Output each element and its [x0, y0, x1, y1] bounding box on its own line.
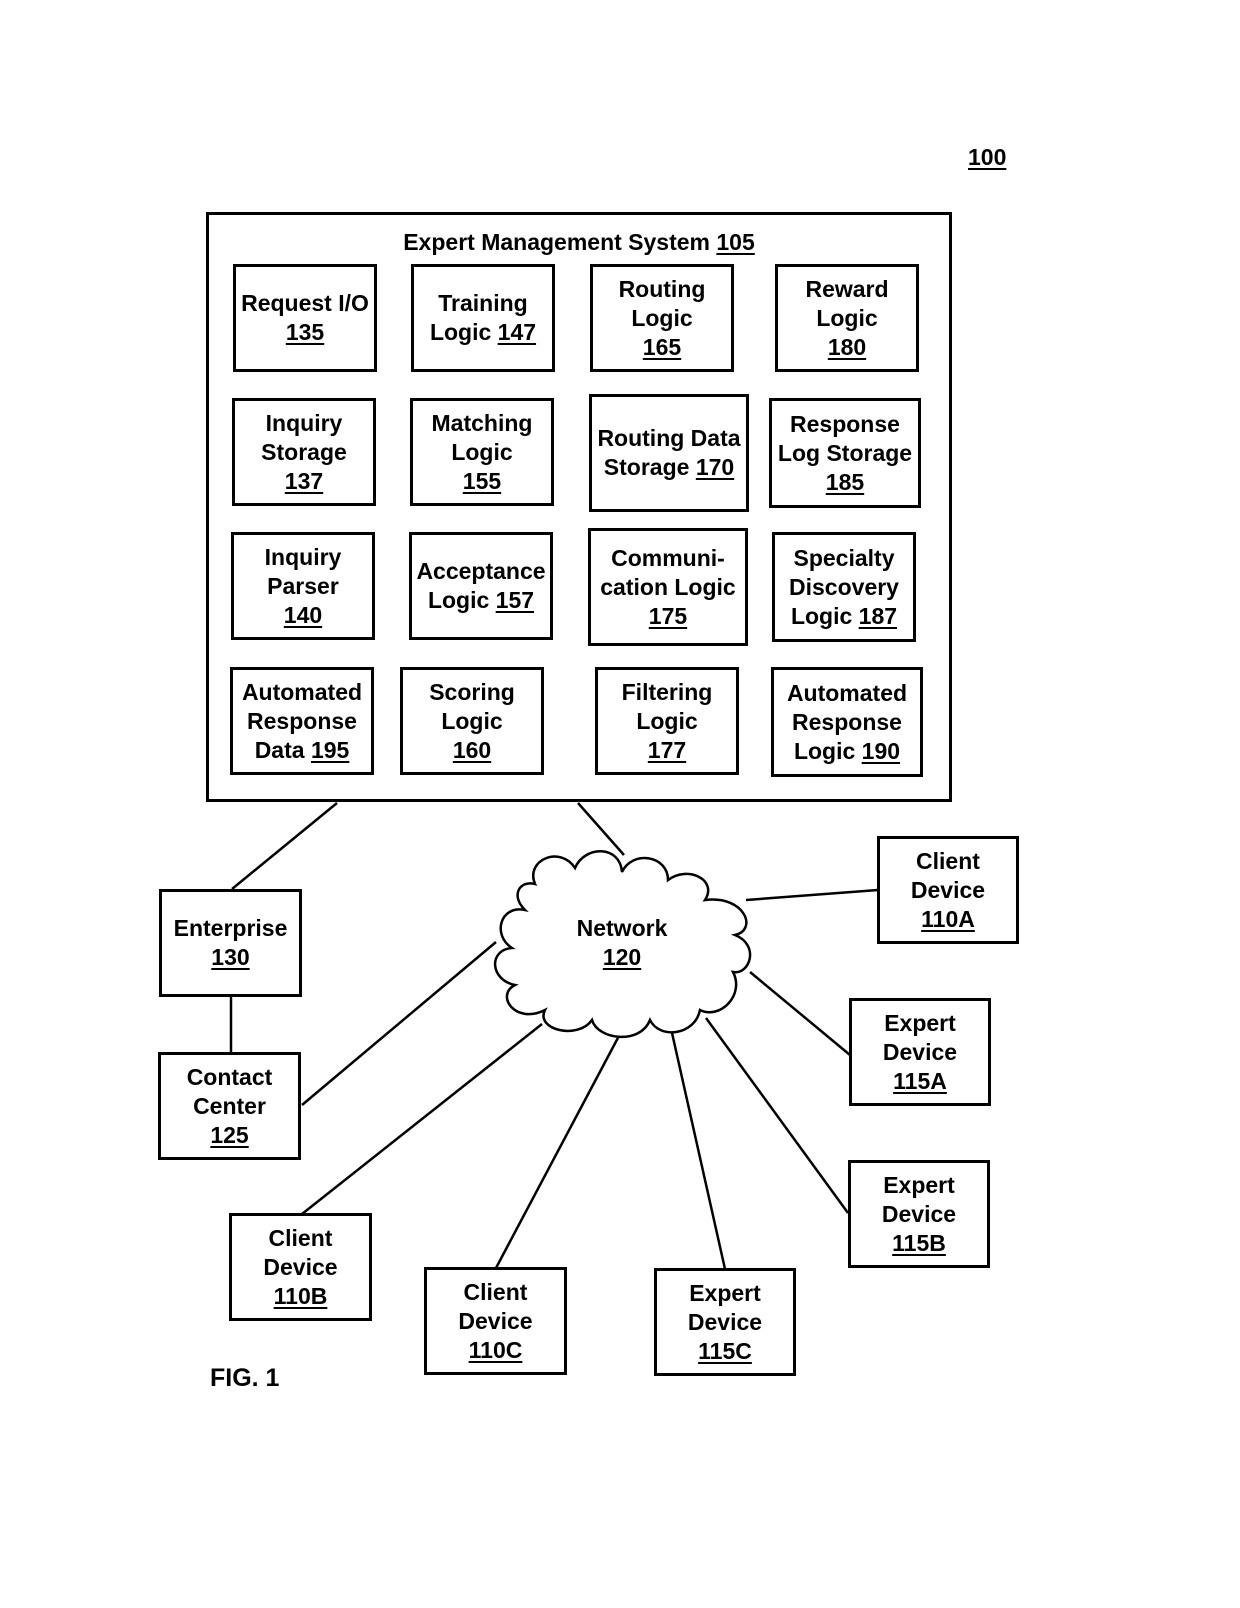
reference-number: 115B: [892, 1229, 946, 1256]
box-label: Device: [881, 1200, 957, 1227]
link-network-expert-115b: [704, 1017, 850, 1214]
box-label: Client: [463, 1278, 528, 1305]
reference-number: 115C: [698, 1337, 752, 1364]
box-label: Center: [193, 1092, 266, 1119]
client-device-110a-box: Client Device 110A: [877, 836, 1019, 944]
link-network-expert-115c: [668, 1023, 727, 1270]
link-network-client-110a: [745, 888, 879, 902]
contact-center-box: Contact Center 125: [158, 1052, 301, 1160]
box-label: Device: [910, 876, 986, 903]
client-device-110b-box: Client Device 110B: [229, 1213, 372, 1321]
link-network-expert-115a: [749, 971, 851, 1056]
enterprise-box: Enterprise 130: [159, 889, 302, 997]
figure-caption: FIG. 1: [210, 1364, 280, 1392]
reference-number: 110C: [468, 1336, 523, 1363]
expert-device-115a-box: Expert Device 115A: [849, 998, 991, 1106]
network-label: Network 120: [576, 915, 668, 970]
link-network-contact-center: [301, 941, 497, 1106]
box-label: Client: [268, 1224, 333, 1251]
expert-device-115b-box: Expert Device 115B: [848, 1160, 990, 1268]
client-device-110c-box: Client Device 110C: [424, 1267, 567, 1375]
reference-number: 115A: [893, 1067, 947, 1094]
link-network-client-110c: [494, 1033, 622, 1269]
link-system-network: [577, 802, 625, 856]
link-system-enterprise: [231, 802, 338, 890]
box-label: Device: [458, 1307, 533, 1334]
box-label: Device: [687, 1308, 763, 1335]
box-label: Expert: [689, 1279, 761, 1306]
box-label: Device: [263, 1253, 338, 1280]
reference-number: 110A: [921, 905, 975, 932]
box-label: Client: [916, 847, 980, 874]
box-label: Expert: [883, 1171, 955, 1198]
reference-number: 125: [210, 1121, 249, 1148]
reference-number: 130: [211, 944, 250, 970]
connection-lines: [229, 802, 879, 1270]
box-label: Contact: [186, 1063, 273, 1090]
reference-number: 110B: [273, 1282, 328, 1309]
link-network-client-110b: [301, 1023, 543, 1215]
box-label: Expert: [884, 1009, 956, 1036]
box-label: Enterprise: [173, 915, 288, 941]
expert-device-115c-box: Expert Device 115C: [654, 1268, 796, 1376]
box-label: Device: [882, 1038, 958, 1065]
